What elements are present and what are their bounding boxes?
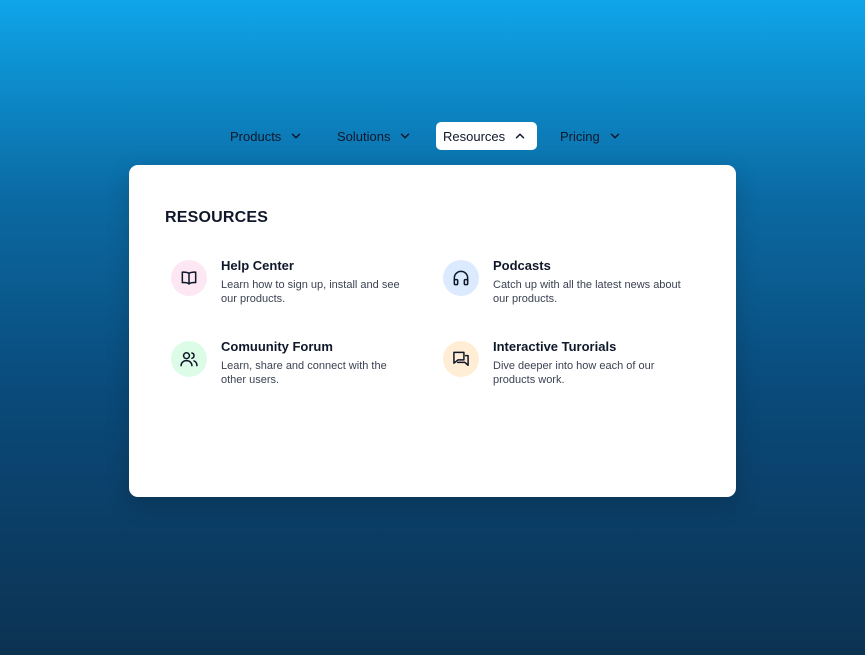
chevron-up-icon bbox=[513, 129, 527, 143]
resource-item-community-forum[interactable]: Comuunity Forum Learn, share and connect… bbox=[165, 339, 415, 399]
resource-description: Catch up with all the latest news about … bbox=[493, 279, 681, 305]
resource-description: Learn, share and connect with the other … bbox=[221, 360, 387, 386]
nav-item-products[interactable]: Products bbox=[223, 122, 310, 150]
resource-title: Interactive Turorials bbox=[493, 339, 617, 354]
nav-item-resources[interactable]: Resources bbox=[436, 122, 537, 150]
book-icon bbox=[171, 260, 207, 296]
resource-description: Learn how to sign up, install and see ou… bbox=[221, 279, 400, 305]
chevron-down-icon bbox=[289, 129, 303, 143]
chat-icon bbox=[443, 341, 479, 377]
resource-title: Help Center bbox=[221, 258, 294, 273]
resource-description: Dive deeper into how each of our product… bbox=[493, 360, 655, 386]
nav-item-pricing[interactable]: Pricing bbox=[553, 122, 629, 150]
resource-item-interactive-tutorials[interactable]: Interactive Turorials Dive deeper into h… bbox=[437, 339, 687, 399]
nav-item-label: Solutions bbox=[337, 128, 391, 144]
nav-item-label: Pricing bbox=[560, 128, 600, 144]
resource-title: Comuunity Forum bbox=[221, 339, 333, 354]
nav-item-solutions[interactable]: Solutions bbox=[330, 122, 419, 150]
resource-item-podcasts[interactable]: Podcasts Catch up with all the latest ne… bbox=[437, 258, 687, 318]
panel-title: RESOURCES bbox=[165, 209, 269, 226]
users-icon bbox=[171, 341, 207, 377]
resource-title: Podcasts bbox=[493, 258, 551, 273]
nav-item-label: Products bbox=[230, 128, 282, 144]
nav-item-label: Resources bbox=[443, 128, 506, 144]
resources-dropdown-panel: RESOURCES Help Center Learn how to sign … bbox=[129, 165, 736, 497]
chevron-down-icon bbox=[608, 129, 622, 143]
headphones-icon bbox=[443, 260, 479, 296]
resource-item-help-center[interactable]: Help Center Learn how to sign up, instal… bbox=[165, 258, 415, 318]
main-nav: Products Solutions Resources Pricing bbox=[0, 122, 865, 152]
chevron-down-icon bbox=[398, 129, 412, 143]
